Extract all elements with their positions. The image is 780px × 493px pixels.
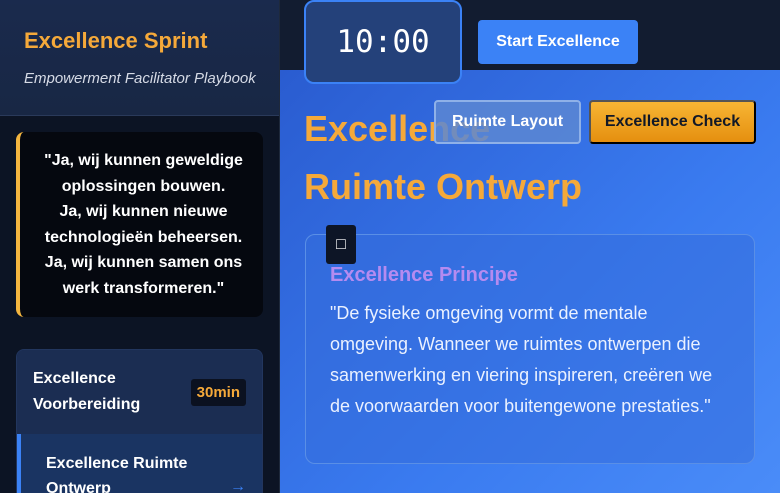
agenda-section: Excellence Voorbereiding 30min Excellenc… <box>16 349 263 493</box>
agenda-section-header[interactable]: Excellence Voorbereiding 30min <box>17 350 262 434</box>
sidebar: Excellence Sprint Empowerment Facilitato… <box>0 0 280 493</box>
sidebar-subtitle: Empowerment Facilitator Playbook <box>24 70 256 87</box>
excellence-check-button[interactable]: Excellence Check <box>589 100 756 144</box>
start-excellence-button[interactable]: Start Excellence <box>478 20 638 64</box>
arrow-right-icon: → <box>230 478 246 493</box>
principle-text: "De fysieke omgeving vormt de mentale om… <box>330 303 713 416</box>
room-layout-button[interactable]: Ruimte Layout <box>434 100 581 144</box>
agenda-item-label: Excellence Ruimte Ontwerp <box>46 455 188 493</box>
bulb-icon: □ <box>326 225 356 264</box>
mantra-quote-text: "Ja, wij kunnen geweldige oplossingen bo… <box>44 152 243 297</box>
sidebar-header: Excellence Sprint Empowerment Facilitato… <box>0 0 279 116</box>
agenda-section-title: Excellence Voorbereiding <box>33 370 141 413</box>
agenda-item-ruimte-ontwerp[interactable]: Excellence Ruimte Ontwerp → <box>17 434 262 493</box>
duration-badge: 30min <box>190 379 246 406</box>
principle-title: Excellence Principe <box>330 264 518 286</box>
app-root: Excellence Sprint Empowerment Facilitato… <box>0 0 780 493</box>
countdown-timer: 10:00 <box>304 0 462 84</box>
sidebar-title: Excellence Sprint <box>24 28 208 53</box>
mantra-quote-card: "Ja, wij kunnen geweldige oplossingen bo… <box>16 132 263 317</box>
